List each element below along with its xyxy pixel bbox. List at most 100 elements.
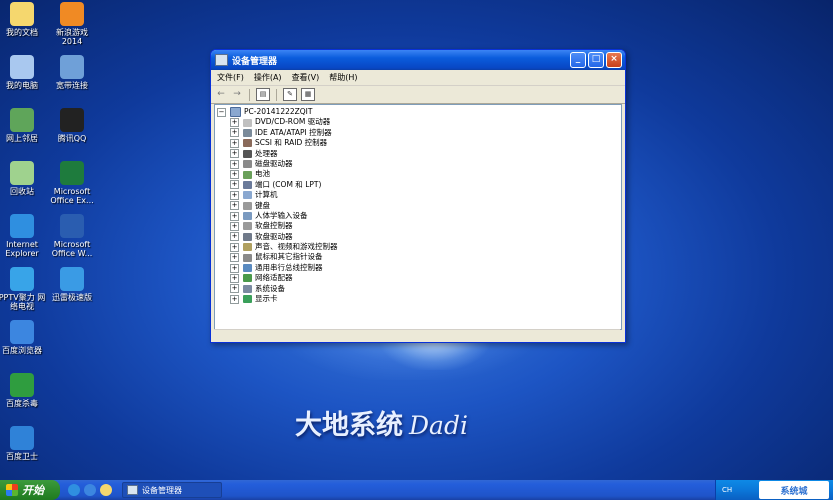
expand-toggle[interactable]: +: [230, 221, 239, 231]
collapse-toggle[interactable]: −: [217, 107, 226, 117]
tree-item[interactable]: + 处理器: [217, 149, 621, 159]
tree-item[interactable]: + 软盘控制器: [217, 221, 621, 231]
tree-item[interactable]: + 电池: [217, 169, 621, 180]
desktop-icon[interactable]: 腾讯QQ: [44, 108, 100, 143]
desktop-icon[interactable]: Microsoft Office W...: [44, 214, 100, 258]
desktop-icon[interactable]: PPTV聚力 网 络电视: [0, 267, 50, 311]
tree-item[interactable]: + 网络适配器: [217, 273, 621, 283]
properties-icon[interactable]: ✎: [283, 88, 297, 101]
tree-item[interactable]: + 鼠标和其它指针设备: [217, 252, 621, 263]
app-icon: [10, 426, 34, 450]
desktop-icon[interactable]: Internet Explorer: [0, 214, 50, 258]
device-category-icon: [243, 128, 252, 137]
brand-cn: 大地系统: [295, 410, 403, 441]
app-icon: [60, 214, 84, 238]
tree-item[interactable]: + 声音、视频和游戏控制器: [217, 242, 621, 252]
menu-view[interactable]: 查看(V): [292, 72, 320, 83]
expand-toggle[interactable]: +: [230, 284, 239, 294]
device-category-icon: [243, 180, 252, 189]
tree-item-label: 计算机: [255, 190, 278, 200]
menu-help[interactable]: 帮助(H): [329, 72, 357, 83]
close-button[interactable]: ×: [606, 52, 622, 68]
tree-item[interactable]: + 磁盘驱动器: [217, 159, 621, 169]
tree-item-label: SCSI 和 RAID 控制器: [255, 138, 328, 148]
minimize-button[interactable]: _: [570, 52, 586, 68]
device-manager-window[interactable]: 设备管理器 _ □ × 文件(F) 操作(A) 查看(V) 帮助(H) ← → …: [210, 49, 626, 343]
desktop-icon[interactable]: 迅雷极速版: [44, 267, 100, 302]
expand-toggle[interactable]: +: [230, 242, 239, 252]
desktop-icon[interactable]: 宽带连接: [44, 55, 100, 90]
device-category-icon: [243, 118, 252, 127]
app-icon: [10, 373, 34, 397]
tree-item[interactable]: + 软盘驱动器: [217, 232, 621, 242]
expand-toggle[interactable]: +: [230, 232, 239, 242]
app-icon: [10, 161, 34, 185]
device-tree-pane[interactable]: − PC-20141222ZQIT + DVD/CD-ROM 驱动器 + IDE AT…: [214, 104, 622, 330]
desktop-icon[interactable]: 回收站: [0, 161, 50, 196]
desktop-icon[interactable]: 百度浏览器: [0, 320, 50, 355]
tree-item[interactable]: + 端口 (COM 和 LPT): [217, 180, 621, 190]
expand-toggle[interactable]: +: [230, 190, 239, 200]
tree-item[interactable]: + SCSI 和 RAID 控制器: [217, 138, 621, 148]
expand-toggle[interactable]: +: [230, 138, 239, 148]
maximize-button[interactable]: □: [588, 52, 604, 68]
desktop-icon[interactable]: 网上邻居: [0, 108, 50, 143]
desktop-icon[interactable]: 我的文档: [0, 2, 50, 37]
console-tree-icon[interactable]: ▤: [256, 88, 270, 101]
tree-item[interactable]: + 计算机: [217, 190, 621, 200]
taskbar: 开始 设备管理器 CH 系统城: [0, 480, 833, 500]
expand-toggle[interactable]: +: [230, 170, 239, 180]
desktop-icon[interactable]: Microsoft Office Ex...: [44, 161, 100, 205]
tree-item[interactable]: + 人体学输入设备: [217, 211, 621, 221]
expand-toggle[interactable]: +: [230, 159, 239, 169]
taskbar-item-device-manager[interactable]: 设备管理器: [122, 482, 222, 498]
device-category-icon: [243, 191, 252, 200]
help-icon[interactable]: ▦: [301, 88, 315, 101]
expand-toggle[interactable]: +: [230, 211, 239, 221]
expand-toggle[interactable]: +: [230, 118, 239, 128]
expand-toggle[interactable]: +: [230, 201, 239, 211]
desktop-icon-label: Microsoft Office Ex...: [50, 187, 94, 205]
expand-toggle[interactable]: +: [230, 149, 239, 159]
browser-icon[interactable]: [84, 484, 96, 496]
desktop-icon[interactable]: 我的电脑: [0, 55, 50, 90]
expand-toggle[interactable]: +: [230, 253, 239, 263]
tree-item-label: 电池: [255, 169, 270, 179]
status-bar: [214, 329, 620, 339]
windows-flag-icon: [6, 484, 18, 496]
forward-arrow-icon[interactable]: →: [231, 89, 243, 100]
quick-launch: [68, 484, 112, 496]
desktop-icon[interactable]: 百度卫士: [0, 426, 50, 461]
tree-item-label: IDE ATA/ATAPI 控制器: [255, 127, 332, 137]
tree-item[interactable]: + IDE ATA/ATAPI 控制器: [217, 128, 621, 138]
expand-toggle[interactable]: +: [230, 180, 239, 190]
expand-toggle[interactable]: +: [230, 128, 239, 138]
desktop-icon[interactable]: 百度杀毒: [0, 373, 50, 408]
tree-root[interactable]: − PC-20141222ZQIT: [217, 107, 621, 118]
menu-file[interactable]: 文件(F): [217, 72, 244, 83]
folder-icon[interactable]: [100, 484, 112, 496]
desktop-icon-label: 迅雷极速版: [52, 293, 92, 302]
language-indicator[interactable]: CH: [722, 486, 732, 494]
device-category-icon: [243, 284, 252, 293]
menu-action[interactable]: 操作(A): [254, 72, 282, 83]
tree-item[interactable]: + DVD/CD-ROM 驱动器: [217, 117, 621, 128]
tree-item[interactable]: + 通用串行总线控制器: [217, 263, 621, 273]
tree-item[interactable]: + 系统设备: [217, 284, 621, 294]
menu-bar: 文件(F) 操作(A) 查看(V) 帮助(H): [211, 70, 625, 86]
device-category-icon: [243, 274, 252, 283]
ie-icon[interactable]: [68, 484, 80, 496]
expand-toggle[interactable]: +: [230, 273, 239, 283]
back-arrow-icon[interactable]: ←: [215, 89, 227, 100]
expand-toggle[interactable]: +: [230, 263, 239, 273]
desktop-icon[interactable]: 新浪游戏 2014: [44, 2, 100, 46]
start-button[interactable]: 开始: [0, 480, 60, 500]
tree-item[interactable]: + 键盘: [217, 201, 621, 211]
device-category-icon: [243, 264, 252, 273]
tree-item[interactable]: + 显示卡: [217, 294, 621, 304]
expand-toggle[interactable]: +: [230, 294, 239, 304]
app-icon: [60, 2, 84, 26]
toolbar-separator: [276, 88, 277, 101]
title-bar[interactable]: 设备管理器 _ □ ×: [211, 50, 625, 70]
device-category-icon: [243, 232, 252, 241]
